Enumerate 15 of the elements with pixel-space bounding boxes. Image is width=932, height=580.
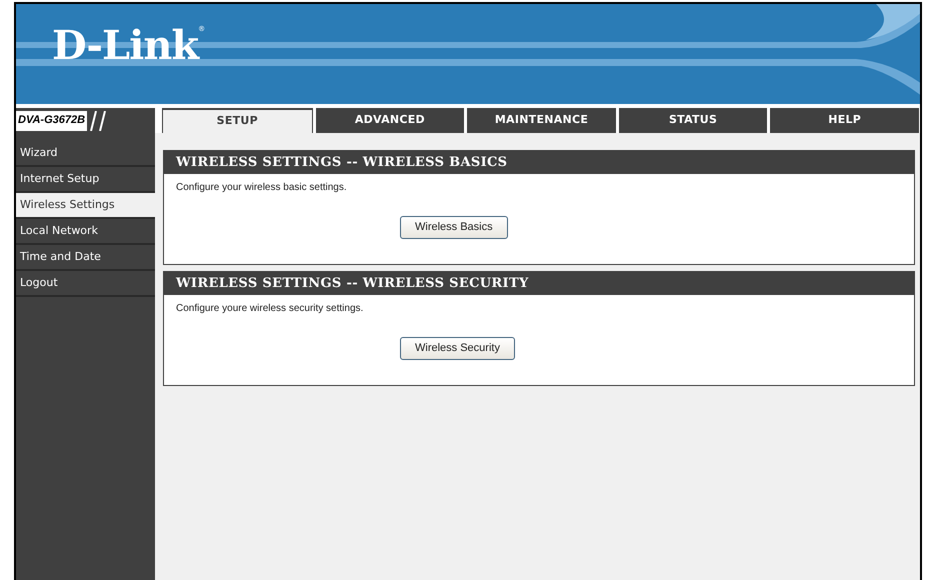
nav-tab[interactable]: ADVANCED	[316, 108, 464, 133]
sidebar-item[interactable]: Wireless Settings	[16, 193, 155, 219]
model-label: DVA-G3672B	[16, 110, 88, 130]
nav-tab[interactable]: SETUP	[162, 108, 313, 133]
panel-description: Configure your wireless basic settings.	[176, 181, 348, 195]
panel-button[interactable]: Wireless Basics	[400, 216, 508, 239]
logo: D-Link	[52, 26, 198, 66]
nav-tab[interactable]: STATUS	[618, 108, 768, 133]
nav-tab[interactable]: MAINTENANCE	[467, 108, 616, 133]
panel-button[interactable]: Wireless Security	[400, 336, 515, 360]
slash-icon	[90, 110, 108, 130]
panel-description: Configure youre wireless security settings.	[176, 302, 364, 316]
nav-tab[interactable]: HELP	[770, 108, 919, 133]
panel-title: WIRELESS SETTINGS -- WIRELESS SECURITY	[164, 272, 914, 295]
panel-title: WIRELESS SETTINGS -- WIRELESS BASICS	[164, 151, 914, 174]
